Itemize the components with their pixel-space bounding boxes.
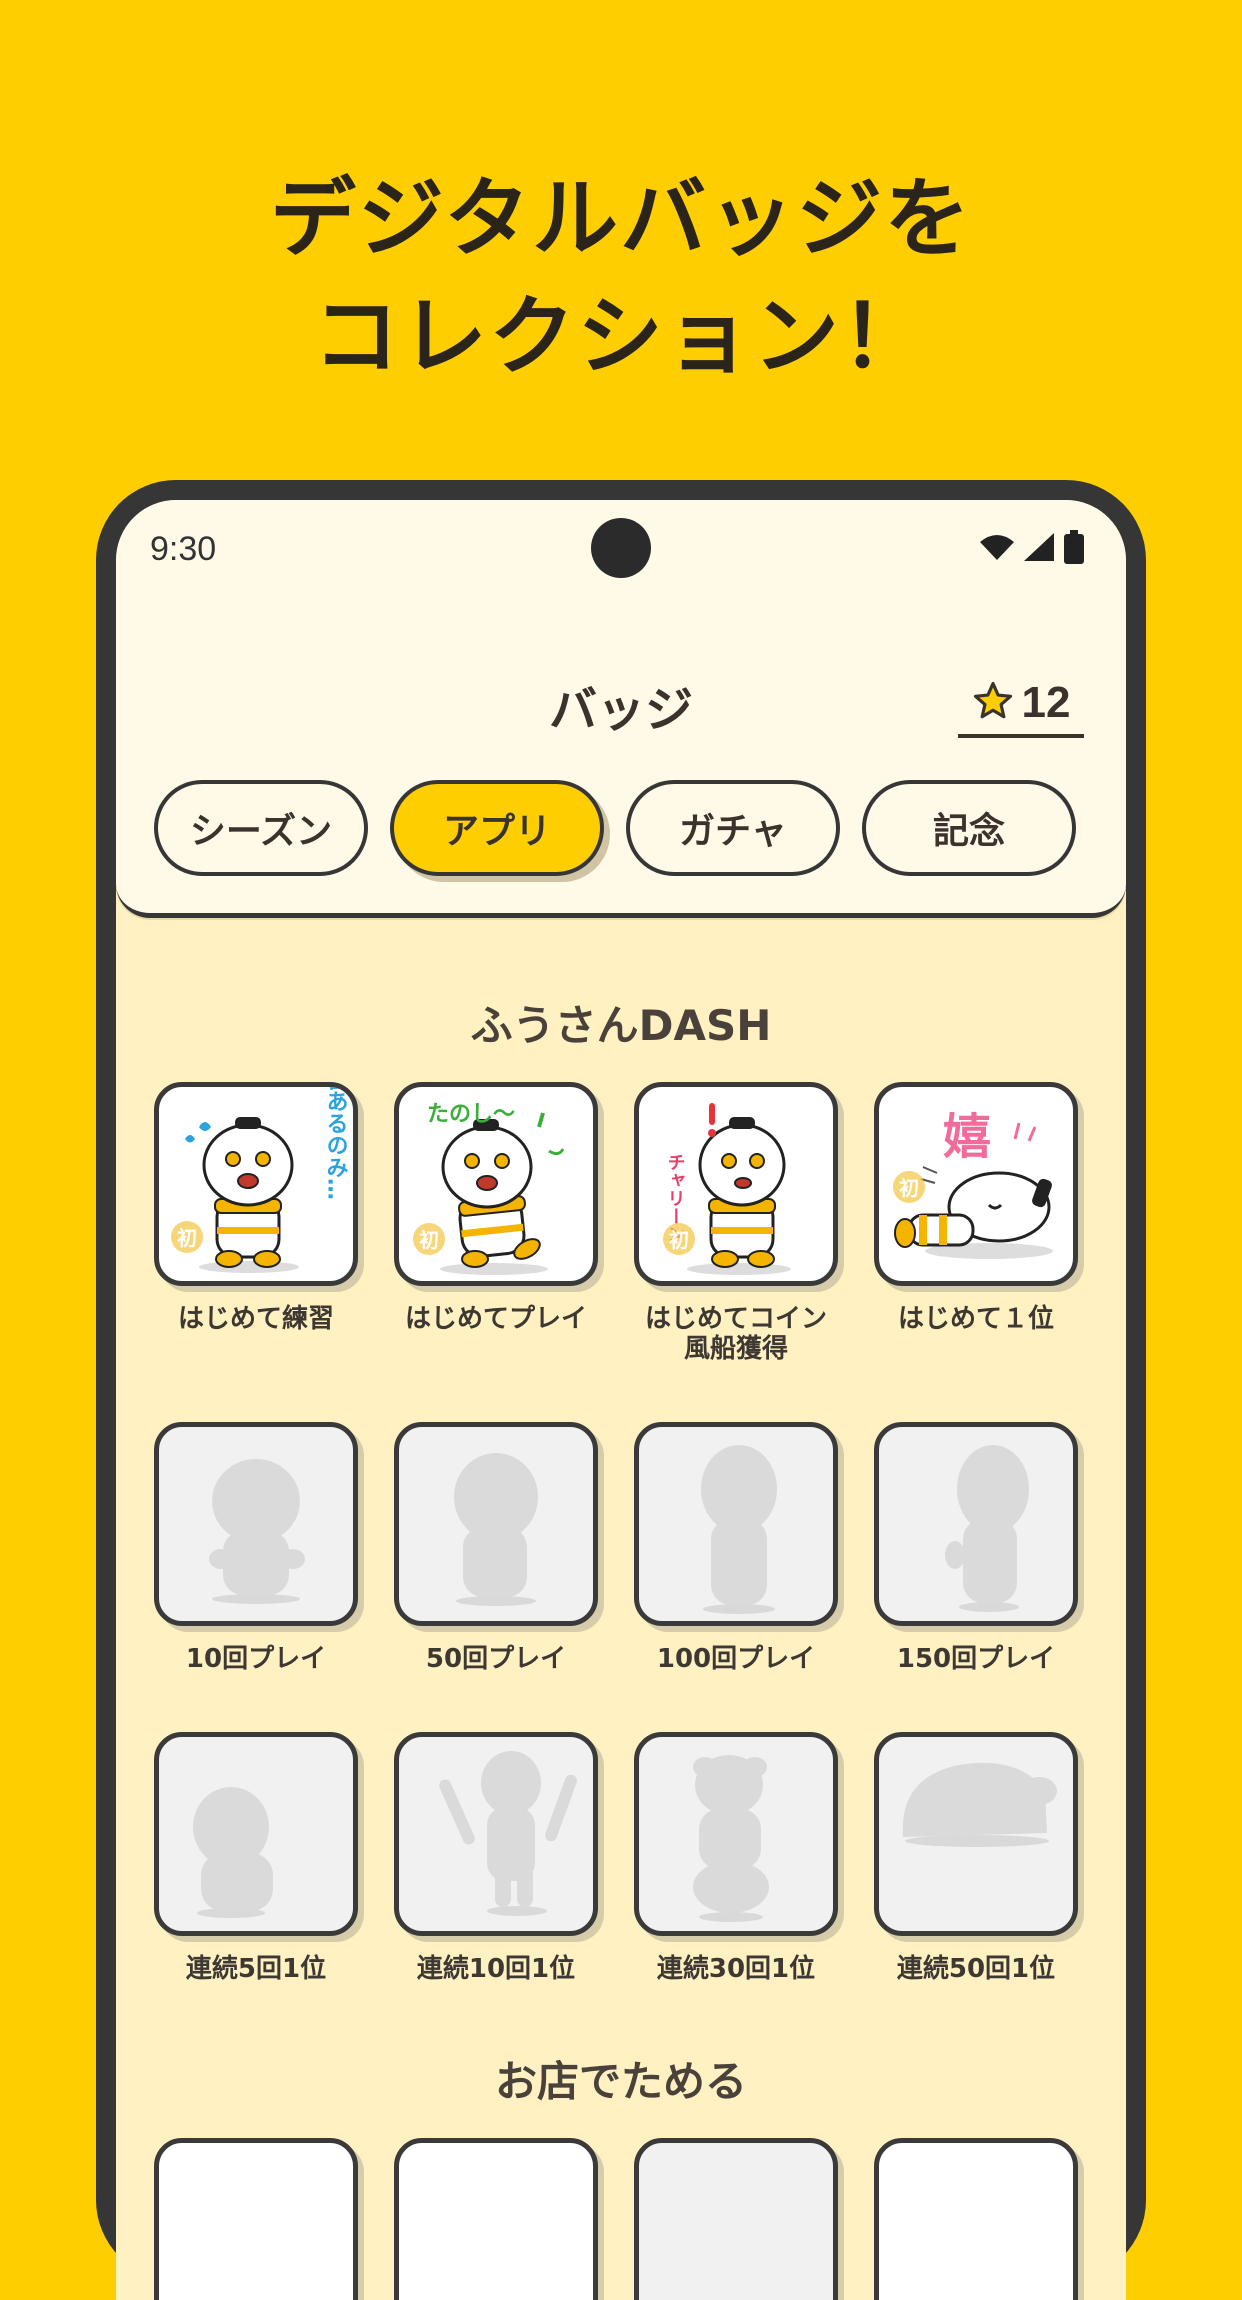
badge-grid-shop [154, 2138, 1078, 2300]
badge-first-place[interactable]: 嬉 初 はじめて１位 [874, 1082, 1078, 1364]
badge-50-consecutive-wins[interactable]: 連続50回1位 [874, 1732, 1078, 1984]
badge-first-play[interactable]: たのし〜 初 はじめてプレイ [394, 1082, 598, 1364]
section-title-fusan-dash: ふうさんDASH [470, 1001, 772, 1050]
mascot-practice-illustration: 練習あるのみ… 初 [171, 1087, 349, 1273]
category-tabs: シーズン アプリ ガチャ 記念 [154, 780, 1076, 876]
app-header: 9:30 バッジ 12 シーズン アプリ ガチャ 記念 [116, 500, 1126, 918]
badge-5-consecutive-wins[interactable]: 連続5回1位 [154, 1732, 358, 1984]
silhouette-icon [693, 1755, 769, 1922]
status-icons [980, 530, 1084, 568]
silhouette-icon [454, 1453, 538, 1606]
promo-line-1: デジタルバッジを [269, 169, 973, 269]
badge-label: 連続10回1位 [416, 1954, 576, 1984]
badge-tile[interactable] [154, 2138, 358, 2300]
mascot-first-place-illustration: 嬉 初 [893, 1109, 1053, 1259]
badge-tile-locked [634, 1422, 838, 1626]
badge-first-practice[interactable]: 練習あるのみ… 初 はじめて練習 [154, 1082, 358, 1364]
badge-50-plays[interactable]: 50回プレイ [394, 1422, 598, 1674]
camera-cutout [591, 518, 651, 578]
first-mark-text: 初 [899, 1176, 919, 1200]
wifi-icon [980, 534, 1014, 564]
badge-label: 連続5回1位 [185, 1954, 327, 1984]
badge-tile[interactable] [394, 2138, 598, 2300]
silhouette-icon [902, 1762, 1057, 1847]
badge-tile-locked [154, 1732, 358, 1936]
badge-art-text: 練習あるのみ… [323, 1087, 349, 1200]
badge-label: 10回プレイ [185, 1644, 327, 1674]
signal-icon [1024, 533, 1054, 565]
phone-frame: 9:30 バッジ 12 シーズン アプリ ガチャ 記念 ふうさんDASH 練習あ… [96, 480, 1146, 2300]
star-counter[interactable]: 12 [958, 672, 1084, 738]
badge-tile-locked [874, 1732, 1078, 1936]
silhouette-icon [701, 1445, 777, 1614]
mascot-play-illustration: たのし〜 初 [413, 1102, 565, 1275]
badge-label: はじめてプレイ [404, 1304, 587, 1334]
promo-headline: デジタルバッジを コレクション！ [0, 160, 1242, 396]
silhouette-icon [945, 1445, 1029, 1612]
first-mark-text: 初 [177, 1226, 197, 1250]
badge-150-plays[interactable]: 150回プレイ [874, 1422, 1078, 1674]
tab-gacha[interactable]: ガチャ [626, 780, 840, 876]
mascot-coin-illustration: チャリーン 初 [663, 1103, 791, 1275]
star-count: 12 [1021, 678, 1071, 727]
badge-10-plays[interactable]: 10回プレイ [154, 1422, 358, 1674]
badge-tile-locked [394, 1732, 598, 1936]
badge-art-text: 嬉 [943, 1109, 991, 1165]
tab-app[interactable]: アプリ [390, 780, 604, 876]
badge-tile-locked [394, 1422, 598, 1626]
badge-label: はじめてコイン 風船獲得 [644, 1304, 827, 1364]
badge-label: はじめて１位 [897, 1304, 1054, 1334]
silhouette-icon [193, 1787, 273, 1918]
silhouette-icon [439, 1751, 577, 1916]
battery-icon [1064, 530, 1084, 568]
badge-tile: チャリーン 初 [634, 1082, 838, 1286]
badge-30-consecutive-wins[interactable]: 連続30回1位 [634, 1732, 838, 1984]
badge-tile[interactable] [874, 2138, 1078, 2300]
star-icon [972, 680, 1014, 726]
badge-tile-locked [874, 1422, 1078, 1626]
badge-label: はじめて練習 [177, 1304, 334, 1334]
badge-label: 連続30回1位 [656, 1954, 816, 1984]
promo-line-2: コレクション！ [313, 287, 929, 387]
badge-label: 連続50回1位 [896, 1954, 1056, 1984]
first-mark-text: 初 [669, 1228, 689, 1252]
badge-tile-locked[interactable] [634, 2138, 838, 2300]
badge-label: 50回プレイ [425, 1644, 567, 1674]
badge-grid-fusan-dash: 練習あるのみ… 初 はじめて練習 たのし〜 初 はじめてプレイ チャリーン 初 … [154, 1082, 1078, 1984]
status-time: 9:30 [150, 530, 217, 568]
section-title-shop: お店でためる [494, 2057, 747, 2106]
tab-memorial[interactable]: 記念 [862, 780, 1076, 876]
badge-10-consecutive-wins[interactable]: 連続10回1位 [394, 1732, 598, 1984]
badge-tile-locked [634, 1732, 838, 1936]
tab-season[interactable]: シーズン [154, 780, 368, 876]
first-mark-text: 初 [419, 1228, 439, 1252]
badge-tile: 練習あるのみ… 初 [154, 1082, 358, 1286]
badge-art-text: たのし〜 [427, 1102, 515, 1127]
badge-tile: たのし〜 初 [394, 1082, 598, 1286]
silhouette-icon [209, 1459, 305, 1604]
badge-tile: 嬉 初 [874, 1082, 1078, 1286]
badge-label: 150回プレイ [896, 1644, 1056, 1674]
app-screen: 9:30 バッジ 12 シーズン アプリ ガチャ 記念 ふうさんDASH 練習あ… [116, 500, 1126, 2300]
badge-label: 100回プレイ [656, 1644, 816, 1674]
badge-100-plays[interactable]: 100回プレイ [634, 1422, 838, 1674]
badge-tile-locked [154, 1422, 358, 1626]
badge-first-coin-balloon[interactable]: チャリーン 初 はじめてコイン 風船獲得 [634, 1082, 838, 1364]
